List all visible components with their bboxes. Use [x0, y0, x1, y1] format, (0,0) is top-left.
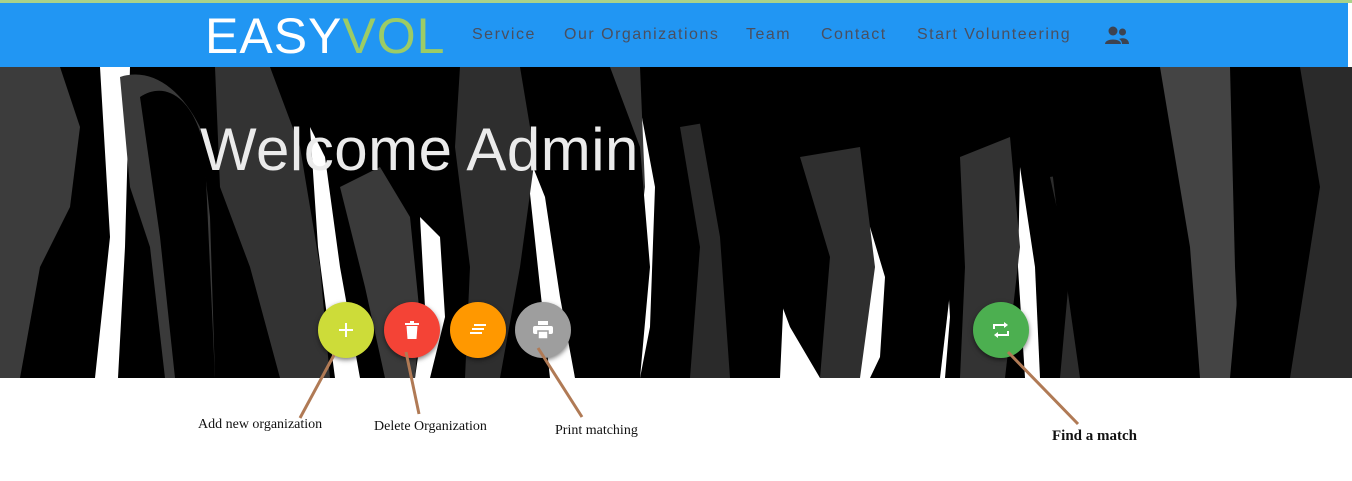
- list-icon: [470, 324, 486, 334]
- people-icon[interactable]: [1104, 25, 1130, 47]
- list-button[interactable]: [450, 302, 506, 358]
- page-title: Welcome Admin: [200, 116, 639, 183]
- caption-add-organization: Add new organization: [198, 417, 323, 432]
- navbar: EASYVOL Service Our Organizations Team C…: [0, 3, 1348, 67]
- brand-part-easy: EASY: [205, 8, 343, 64]
- delete-organization-button[interactable]: [384, 302, 440, 358]
- print-matching-button[interactable]: [515, 302, 571, 358]
- nav-team[interactable]: Team: [746, 26, 791, 44]
- swap-icon: [993, 322, 1009, 338]
- nav-contact[interactable]: Contact: [821, 26, 887, 44]
- print-icon: [533, 321, 553, 339]
- add-organization-button[interactable]: [318, 302, 374, 358]
- brand-logo[interactable]: EASYVOL: [205, 7, 445, 65]
- hero-banner: Welcome Admin: [0, 67, 1352, 378]
- caption-print-matching: Print matching: [555, 423, 638, 438]
- plus-icon: [339, 323, 353, 337]
- caption-delete-organization: Delete Organization: [374, 419, 487, 434]
- nav-our-organizations[interactable]: Our Organizations: [564, 26, 719, 44]
- trash-icon: [405, 321, 419, 339]
- nav-service[interactable]: Service: [472, 26, 536, 44]
- brand-part-vol: VOL: [342, 8, 446, 64]
- nav-start-volunteering[interactable]: Start Volunteering: [917, 26, 1071, 44]
- silhouette-background: [0, 67, 1352, 378]
- find-match-button[interactable]: [973, 302, 1029, 358]
- caption-find-match: Find a match: [1052, 428, 1138, 444]
